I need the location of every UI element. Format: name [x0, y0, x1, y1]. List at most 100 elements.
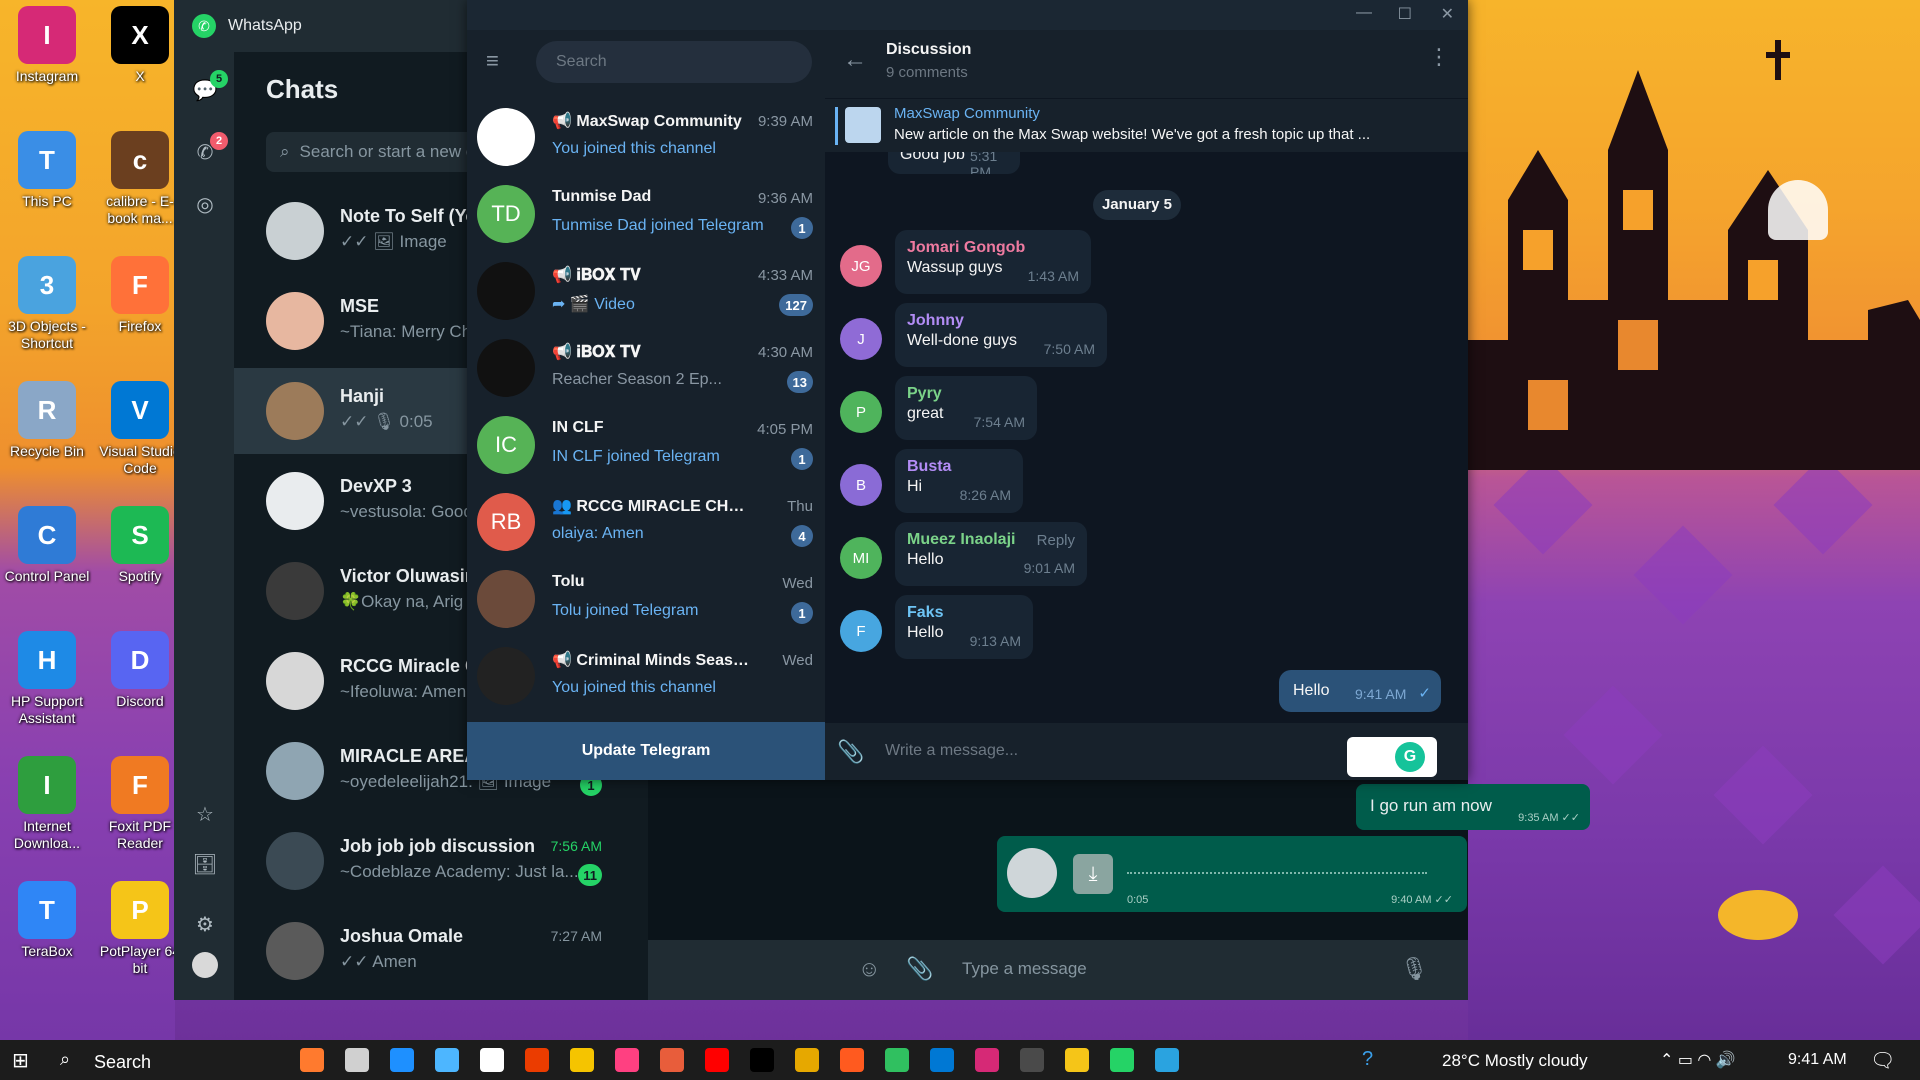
taskbar-app-icon[interactable]	[930, 1048, 954, 1072]
sender-avatar[interactable]: F	[840, 610, 882, 652]
telegram-chat-item[interactable]: 📢 MaxSwap Community You joined this chann…	[467, 98, 825, 175]
incoming-message[interactable]: Mueez Inaolaji Hello 9:01 AM Reply	[895, 522, 1087, 586]
taskbar-app-icon[interactable]	[705, 1048, 729, 1072]
notification-center-icon[interactable]: 🗨	[1870, 1048, 1895, 1073]
desktop-icon[interactable]: D Discord	[95, 631, 185, 710]
status-nav-icon[interactable]: ◎	[192, 192, 218, 218]
whatsapp-voice-message[interactable]: ⤓ 0:05 9:40 AM ✓✓	[997, 836, 1467, 912]
archived-chats-icon[interactable]: 🗄	[192, 852, 218, 878]
back-arrow-icon[interactable]: ←	[843, 46, 867, 74]
weather-widget[interactable]: 28°C Mostly cloudy	[1442, 1051, 1588, 1071]
microphone-icon[interactable]: 🎙	[1400, 956, 1428, 982]
incoming-message[interactable]: Pyry great 7:54 AM	[895, 376, 1037, 440]
sender-avatar[interactable]: MI	[840, 537, 882, 579]
desktop-icon[interactable]: F Firefox	[95, 256, 185, 335]
sender-name[interactable]: Busta	[907, 458, 1011, 476]
sender-name[interactable]: Pyry	[907, 385, 1025, 403]
emoji-icon[interactable]: ☺	[858, 956, 880, 982]
hamburger-menu-icon[interactable]: ≡	[486, 50, 508, 72]
more-options-icon[interactable]: ⋮	[1428, 44, 1450, 70]
sender-avatar[interactable]: J	[840, 318, 882, 360]
help-icon[interactable]: ?	[1362, 1048, 1373, 1071]
profile-avatar[interactable]	[192, 952, 218, 978]
telegram-chat-item[interactable]: RB 👥 RCCG MIRACLE CHURCH... olaiya: Amen Th…	[467, 483, 825, 560]
taskbar-app-icon[interactable]	[1020, 1048, 1044, 1072]
attach-paperclip-icon[interactable]: 📎	[837, 739, 864, 765]
telegram-chat-item[interactable]: Tolu Tolu joined Telegram Wed 1	[467, 560, 825, 637]
pinned-post-bar[interactable]: MaxSwap Community New article on the Max…	[825, 98, 1468, 152]
desktop-icon[interactable]: C Control Panel	[2, 506, 92, 585]
reply-label[interactable]: Reply	[1037, 532, 1075, 549]
taskbar-app-icon[interactable]	[525, 1048, 549, 1072]
sent-check-icon: ✓	[1418, 685, 1431, 702]
telegram-chat-item[interactable]: 📢 𝐢𝐁𝐎𝐗 𝐓𝐕 Reacher Season 2 Ep... 4:30 AM 13	[467, 329, 825, 406]
taskbar-search-icon[interactable]: ⌕	[60, 1049, 70, 1070]
sender-name[interactable]: Jomari Gongob	[907, 239, 1079, 257]
taskbar-search-box[interactable]: Search	[94, 1052, 151, 1073]
taskbar-app-icon[interactable]	[345, 1048, 369, 1072]
download-icon[interactable]: ⤓	[1073, 854, 1113, 894]
telegram-search-input[interactable]: Search	[536, 41, 812, 83]
incoming-message[interactable]: Johnny Well-done guys 7:50 AM	[895, 303, 1107, 367]
grammarly-icon[interactable]: G	[1395, 742, 1425, 772]
sender-avatar[interactable]: P	[840, 391, 882, 433]
close-icon[interactable]: ✕	[1441, 4, 1454, 24]
taskbar-app-icon[interactable]	[435, 1048, 459, 1072]
outgoing-message[interactable]: Hello 9:41 AM ✓	[1279, 670, 1441, 712]
taskbar-app-icon[interactable]	[1065, 1048, 1089, 1072]
desktop-icon[interactable]: XX	[95, 6, 185, 85]
settings-gear-icon[interactable]: ⚙	[192, 912, 218, 938]
taskbar-app-icon[interactable]	[795, 1048, 819, 1072]
windows-start-icon[interactable]: ⊞	[12, 1048, 29, 1073]
taskbar-app-icon[interactable]	[390, 1048, 414, 1072]
whatsapp-outgoing-message[interactable]: I go run am now 9:35 AM ✓✓	[1356, 784, 1590, 830]
taskbar-app-icon[interactable]	[660, 1048, 684, 1072]
desktop-icon[interactable]: T This PC	[2, 131, 92, 210]
desktop-icon[interactable]: 3 3D Objects - Shortcut	[2, 256, 92, 352]
maximize-icon[interactable]: ☐	[1398, 4, 1412, 24]
taskbar-app-icon[interactable]	[885, 1048, 909, 1072]
update-telegram-button[interactable]: Update Telegram	[467, 722, 825, 780]
sender-avatar[interactable]: B	[840, 464, 882, 506]
sender-name[interactable]: Johnny	[907, 312, 1095, 330]
minimize-icon[interactable]: —	[1356, 4, 1372, 22]
chat-avatar	[266, 382, 324, 440]
desktop-icon[interactable]: H HP Support Assistant	[2, 631, 92, 727]
taskbar-app-icon[interactable]	[1155, 1048, 1179, 1072]
telegram-chat-item[interactable]: TD Tunmise Dad Tunmise Dad joined Telegram…	[467, 175, 825, 252]
attach-icon[interactable]: 📎	[906, 956, 933, 982]
taskbar-app-icon[interactable]	[975, 1048, 999, 1072]
desktop-icon[interactable]: S Spotify	[95, 506, 185, 585]
whatsapp-chat-item[interactable]: Job job job discussion ~Codeblaze Academy…	[234, 818, 636, 904]
starred-messages-icon[interactable]: ☆	[192, 802, 218, 828]
desktop-icon[interactable]: c calibre - E-book ma...	[95, 131, 185, 227]
telegram-chat-item[interactable]: 📢 𝐢𝐁𝐎𝐗 𝐓𝐕 ➦ 🎬 Video 4:33 AM 127	[467, 252, 825, 329]
desktop-icon[interactable]: V Visual Studio Code	[95, 381, 185, 477]
incoming-message[interactable]: Faks Hello 9:13 AM	[895, 595, 1033, 659]
taskbar-app-icon[interactable]	[750, 1048, 774, 1072]
incoming-message[interactable]: Jomari Gongob Wassup guys 1:43 AM	[895, 230, 1091, 294]
sender-name[interactable]: Faks	[907, 604, 1021, 622]
taskbar-app-icon[interactable]	[300, 1048, 324, 1072]
desktop-icon[interactable]: T TeraBox	[2, 881, 92, 960]
taskbar-app-icon[interactable]	[615, 1048, 639, 1072]
system-tray-icons[interactable]: ⌃ ▭ ◠ 🔊	[1660, 1050, 1736, 1070]
telegram-message-input[interactable]: Write a message...	[885, 742, 1018, 760]
telegram-chat-item[interactable]: 📢 Criminal Minds Season ... You joined th…	[467, 637, 825, 714]
grammarly-widget[interactable]: G	[1347, 737, 1437, 777]
incoming-message[interactable]: Busta Hi 8:26 AM	[895, 449, 1023, 513]
taskbar-clock[interactable]: 9:41 AM	[1788, 1051, 1847, 1069]
desktop-icon[interactable]: P PotPlayer 64 bit	[95, 881, 185, 977]
taskbar-app-icon[interactable]	[480, 1048, 504, 1072]
desktop-icon[interactable]: F Foxit PDF Reader	[95, 756, 185, 852]
sender-avatar[interactable]: JG	[840, 245, 882, 287]
taskbar-app-icon[interactable]	[840, 1048, 864, 1072]
taskbar-app-icon[interactable]	[570, 1048, 594, 1072]
desktop-icon[interactable]: I Internet Downloa...	[2, 756, 92, 852]
whatsapp-message-input[interactable]: Type a message	[962, 959, 1087, 979]
taskbar-app-icon[interactable]	[1110, 1048, 1134, 1072]
desktop-icon[interactable]: I Instagram	[2, 6, 92, 85]
desktop-icon[interactable]: R Recycle Bin	[2, 381, 92, 460]
telegram-chat-item[interactable]: IC IN CLF IN CLF joined Telegram 4:05 PM 1	[467, 406, 825, 483]
whatsapp-chat-item[interactable]: Joshua Omale ✓✓ Amen 7:27 AM	[234, 908, 636, 994]
